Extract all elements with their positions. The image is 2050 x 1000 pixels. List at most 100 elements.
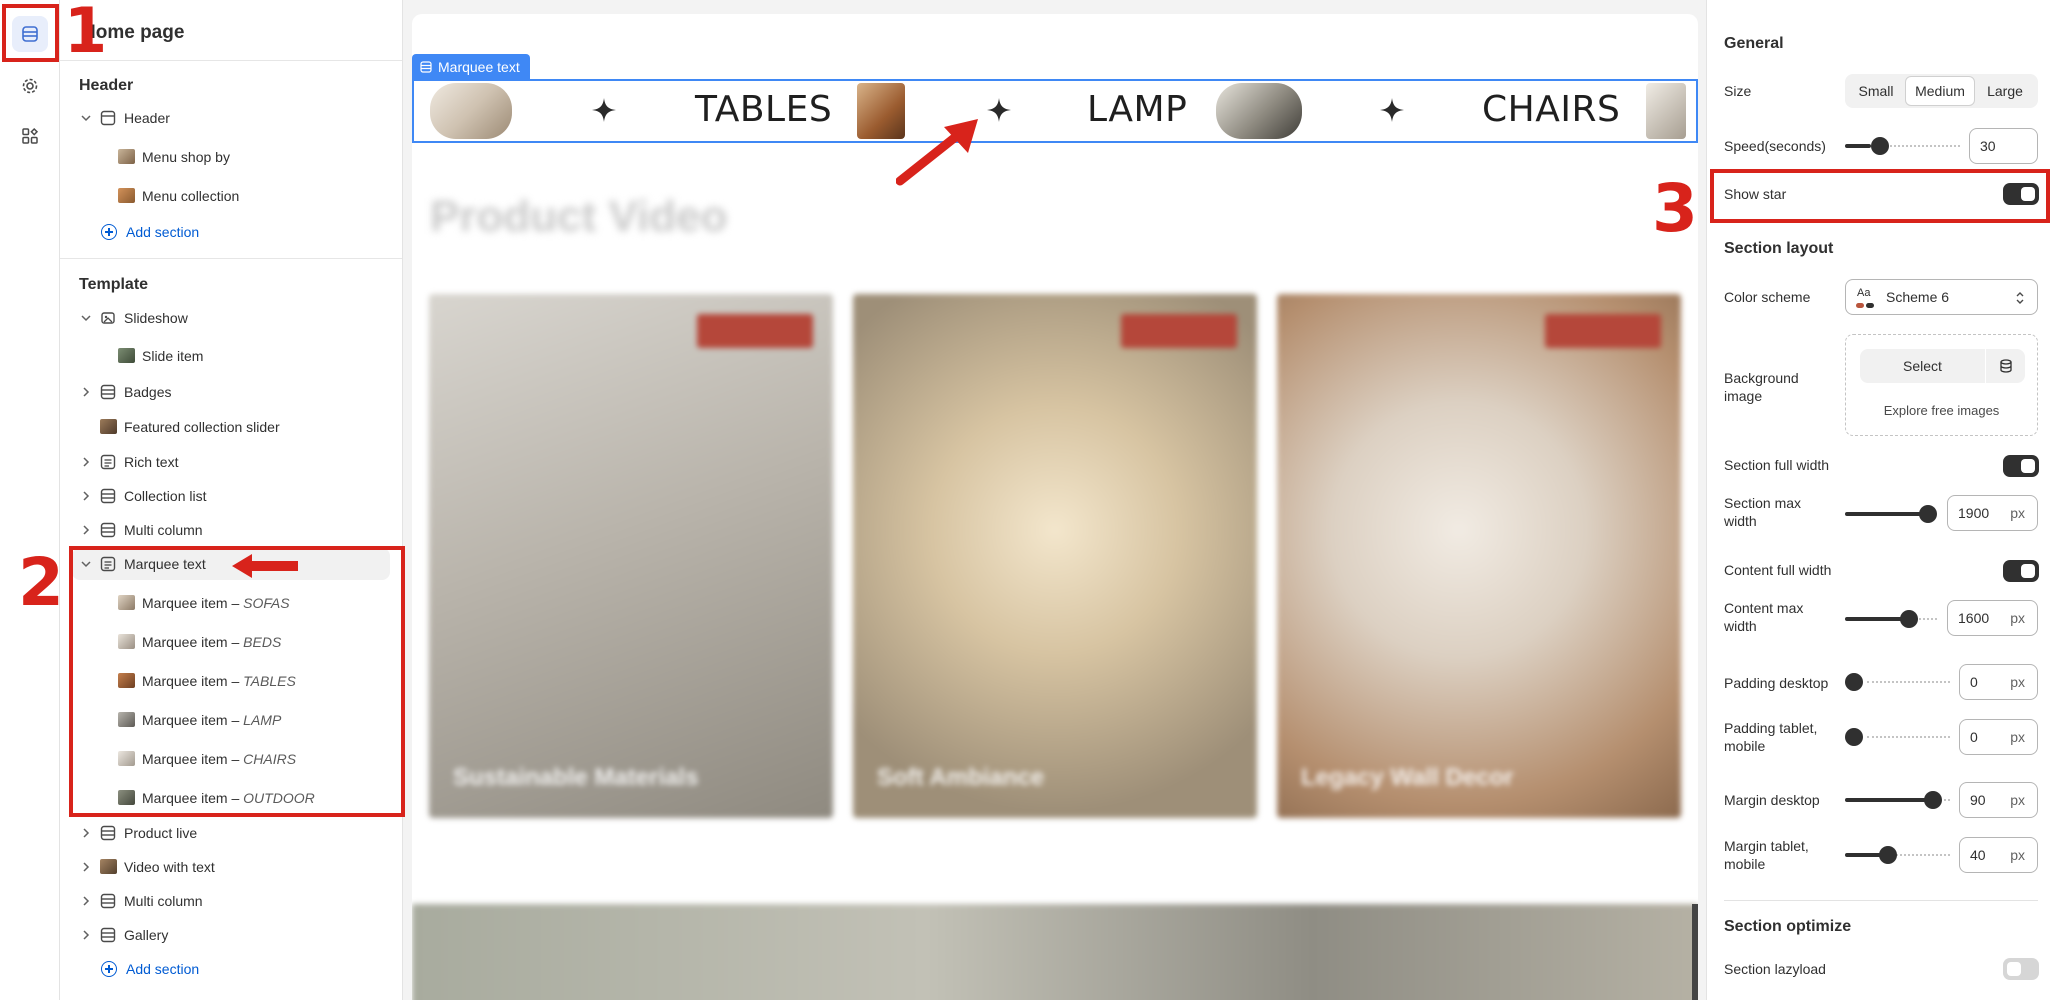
tree-item-product-live[interactable]: Product live <box>72 817 390 849</box>
watch-now-badge <box>697 314 813 348</box>
chevron-right-icon[interactable] <box>80 827 92 839</box>
settings-nav-button[interactable] <box>12 68 48 104</box>
size-segmented-control: Small Medium Large <box>1845 74 2038 108</box>
tree-item-featured-collection-slider[interactable]: Featured collection slider <box>72 411 390 443</box>
divider <box>60 258 402 259</box>
video-card[interactable]: Sustainable Materials <box>429 294 833 818</box>
tree-item-gallery[interactable]: Gallery <box>72 919 390 951</box>
tree-item-label: Product live <box>124 825 198 841</box>
section-lazyload-toggle[interactable] <box>2003 958 2039 980</box>
unit-label: px <box>2010 610 2025 626</box>
video-card[interactable]: Soft Ambiance <box>853 294 1257 818</box>
padding-desktop-slider[interactable] <box>1845 673 1950 691</box>
tree-item-label: Slide item <box>142 348 204 364</box>
size-option-large[interactable]: Large <box>1975 76 2035 106</box>
selected-section-tag[interactable]: Marquee text <box>412 54 530 79</box>
margin-desktop-slider[interactable] <box>1845 791 1950 809</box>
tree-item-collection-list[interactable]: Collection list <box>72 480 390 512</box>
tree-item-multi-column[interactable]: Multi column <box>72 514 390 546</box>
add-section-label: Add section <box>126 961 200 977</box>
plus-circle-icon <box>101 961 117 977</box>
header-group-title: Header <box>79 77 134 94</box>
size-label: Size <box>1724 83 1752 99</box>
icon-rail <box>0 0 60 1000</box>
tree-item-slide-item[interactable]: Slide item <box>72 340 390 372</box>
size-option-medium[interactable]: Medium <box>1905 76 1975 106</box>
divider <box>1724 900 2038 901</box>
color-scheme-swatch: Aa <box>1856 287 1876 309</box>
tree-item-menu-collection[interactable]: Menu collection <box>72 180 390 212</box>
block-thumbnail <box>118 188 135 203</box>
padding-tablet-slider[interactable] <box>1845 728 1950 746</box>
tree-item-label: Rich text <box>124 454 179 470</box>
watch-now-badge <box>1545 314 1661 348</box>
chevron-right-icon[interactable] <box>80 386 92 398</box>
slider-handle[interactable] <box>1845 673 1863 691</box>
select-image-button[interactable]: Select <box>1860 349 1986 383</box>
tree-item-badges[interactable]: Badges <box>72 376 390 408</box>
chevron-right-icon[interactable] <box>80 524 92 536</box>
content-max-width-input[interactable]: 1600 px <box>1947 600 2038 636</box>
add-section-template[interactable]: Add section <box>101 961 199 977</box>
annotation-box-step-3 <box>1710 169 2050 223</box>
star-icon <box>987 98 1011 122</box>
color-scheme-select[interactable]: Aa Scheme 6 <box>1845 279 2038 315</box>
block-thumbnail <box>100 419 117 434</box>
margin-tablet-slider[interactable] <box>1845 846 1950 864</box>
slider-handle[interactable] <box>1900 610 1918 628</box>
padding-desktop-input[interactable]: 0 px <box>1959 664 2038 700</box>
chevron-right-icon[interactable] <box>80 490 92 502</box>
section-lazyload-label: Section lazyload <box>1724 961 1826 977</box>
tree-item-label: Slideshow <box>124 310 188 326</box>
block-thumbnail <box>118 149 135 164</box>
slider-handle[interactable] <box>1879 846 1897 864</box>
chevron-right-icon[interactable] <box>80 861 92 873</box>
speed-input[interactable]: 30 <box>1969 128 2038 164</box>
tree-item-label: Multi column <box>124 893 203 909</box>
general-heading: General <box>1724 35 1784 52</box>
chevron-down-icon[interactable] <box>80 312 92 324</box>
tree-item-rich-text[interactable]: Rich text <box>72 446 390 478</box>
marquee-strip[interactable]: TABLES LAMP CHAIRS <box>412 79 1698 143</box>
marquee-word: LAMP <box>1087 89 1188 130</box>
explore-free-images-link[interactable]: Explore free images <box>1846 403 2037 418</box>
tree-item-slideshow[interactable]: Slideshow <box>72 302 390 334</box>
tree-item-video-with-text[interactable]: Video with text <box>72 851 390 883</box>
plus-circle-icon <box>101 224 117 240</box>
padding-tablet-input[interactable]: 0 px <box>1959 719 2038 755</box>
chevron-right-icon[interactable] <box>80 895 92 907</box>
section-full-width-toggle[interactable] <box>2003 455 2039 477</box>
product-video-heading: Product Video <box>430 192 728 241</box>
star-icon <box>1380 98 1404 122</box>
slider-handle[interactable] <box>1919 505 1937 523</box>
apps-nav-button[interactable] <box>12 118 48 154</box>
section-max-width-input[interactable]: 1900 px <box>1947 495 2038 531</box>
margin-tablet-input[interactable]: 40 px <box>1959 837 2038 873</box>
content-full-width-toggle[interactable] <box>2003 560 2039 582</box>
marquee-image <box>430 83 512 139</box>
slider-handle[interactable] <box>1924 791 1942 809</box>
content-max-width-slider[interactable] <box>1845 610 1937 628</box>
tree-item-multi-column-2[interactable]: Multi column <box>72 885 390 917</box>
size-option-small[interactable]: Small <box>1847 76 1905 106</box>
video-card[interactable]: Legacy Wall Decor <box>1277 294 1681 818</box>
chevron-down-icon[interactable] <box>80 112 92 124</box>
margin-desktop-input[interactable]: 90 px <box>1959 782 2038 818</box>
tree-item-menu-shop-by[interactable]: Menu shop by <box>72 141 390 173</box>
select-chevron-icon <box>2016 292 2024 304</box>
star-icon <box>592 98 616 122</box>
slider-handle[interactable] <box>1845 728 1863 746</box>
speed-slider[interactable] <box>1845 137 1960 155</box>
database-icon[interactable] <box>1998 358 2014 374</box>
unit-label: px <box>2010 847 2025 863</box>
annotation-box-step-2 <box>69 546 405 817</box>
section-icon <box>100 384 116 400</box>
section-max-width-slider[interactable] <box>1845 505 1937 523</box>
chevron-right-icon[interactable] <box>80 456 92 468</box>
chevron-right-icon[interactable] <box>80 929 92 941</box>
slider-handle[interactable] <box>1871 137 1889 155</box>
apps-icon <box>22 127 39 144</box>
add-section-header[interactable]: Add section <box>101 224 199 240</box>
tree-item-header[interactable]: Header <box>72 102 390 134</box>
preview-scrollbar[interactable] <box>1692 904 1698 1000</box>
